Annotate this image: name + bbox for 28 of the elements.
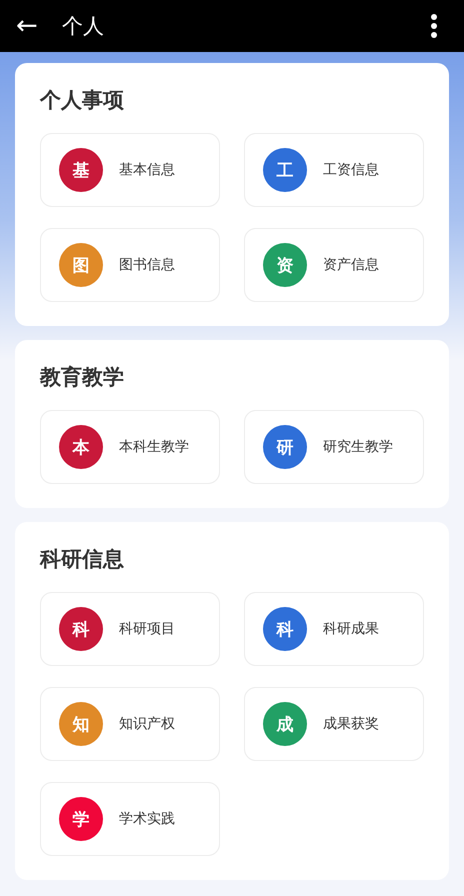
menu-tile[interactable]: 资 资产信息 <box>244 228 424 302</box>
section-title: 科研信息 <box>40 546 125 573</box>
menu-tile[interactable]: 知 知识产权 <box>40 687 220 761</box>
menu-tile[interactable]: 学 学术实践 <box>40 782 220 856</box>
menu-tile[interactable]: 工 工资信息 <box>244 133 424 207</box>
badge-icon: 学 <box>59 797 103 841</box>
menu-tile[interactable]: 本 本科生教学 <box>40 410 220 484</box>
badge-icon: 研 <box>263 425 307 469</box>
badge-icon: 科 <box>263 607 307 651</box>
menu-tile[interactable]: 成 成果获奖 <box>244 687 424 761</box>
badge-icon: 基 <box>59 148 103 192</box>
menu-tile[interactable]: 研 研究生教学 <box>244 410 424 484</box>
section-title: 个人事项 <box>40 87 125 114</box>
section-title: 教育教学 <box>40 364 125 391</box>
menu-tile[interactable]: 基 基本信息 <box>40 133 220 207</box>
badge-icon: 知 <box>59 702 103 746</box>
menu-tile[interactable]: 科 科研项目 <box>40 592 220 666</box>
back-button[interactable]: ← <box>16 13 38 39</box>
more-icon[interactable] <box>430 13 438 39</box>
badge-icon: 工 <box>263 148 307 192</box>
badge-icon: 图 <box>59 243 103 287</box>
badge-icon: 资 <box>263 243 307 287</box>
menu-tile[interactable]: 图 图书信息 <box>40 228 220 302</box>
badge-icon: 科 <box>59 607 103 651</box>
menu-tile[interactable]: 科 科研成果 <box>244 592 424 666</box>
badge-icon: 本 <box>59 425 103 469</box>
badge-icon: 成 <box>263 702 307 746</box>
page-title: 个人 <box>62 13 105 40</box>
